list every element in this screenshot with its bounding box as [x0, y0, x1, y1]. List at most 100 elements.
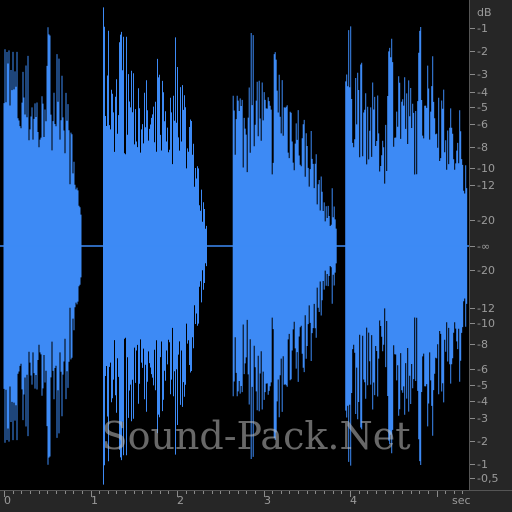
db-tick: [470, 107, 475, 108]
time-tick: [385, 491, 386, 494]
time-tick: [462, 491, 463, 494]
time-tick: [212, 491, 213, 494]
db-tick: [470, 441, 475, 442]
time-tick: [255, 491, 256, 494]
time-tick: [220, 491, 221, 494]
db-tick: [470, 185, 475, 186]
time-tick: [333, 491, 334, 494]
time-tick: [376, 491, 377, 494]
time-tick: [246, 491, 247, 494]
time-tick: [454, 491, 455, 494]
db-label: -1: [477, 458, 488, 471]
time-tick: [341, 491, 342, 494]
time-tick: [21, 491, 22, 494]
db-tick: [470, 369, 475, 370]
time-tick: [393, 491, 394, 494]
db-label: -10: [477, 317, 495, 330]
db-tick: [470, 124, 475, 125]
db-tick: [470, 464, 475, 465]
time-tick: [125, 491, 126, 494]
time-tick: [47, 491, 48, 494]
time-tick: [168, 491, 169, 494]
time-ruler: sec 0 1 2 3 4: [0, 490, 512, 512]
time-label: 1: [91, 494, 98, 507]
time-tick: [289, 491, 290, 494]
time-tick: [39, 491, 40, 494]
time-tick: [428, 491, 429, 494]
db-label: -0,5: [477, 472, 499, 485]
time-tick: [160, 491, 161, 494]
time-tick: [229, 491, 230, 494]
db-tick: [470, 246, 475, 247]
db-label: -3: [477, 68, 488, 81]
time-tick: [359, 491, 360, 494]
db-tick: [470, 51, 475, 52]
db-label: -6: [477, 118, 488, 131]
db-unit-label: dB: [477, 6, 492, 19]
db-tick: [470, 478, 475, 479]
time-tick: [108, 491, 109, 494]
time-tick: [116, 491, 117, 494]
db-label: -12: [477, 302, 495, 315]
db-tick: [470, 147, 475, 148]
db-label: -4: [477, 86, 488, 99]
time-tick: [99, 491, 100, 494]
db-label: -8: [477, 338, 488, 351]
time-tick: [307, 491, 308, 494]
db-tick: [470, 74, 475, 75]
db-label: -∞: [477, 240, 491, 253]
waveform-graph: [0, 7, 469, 485]
time-tick: [56, 491, 57, 494]
time-label: 2: [177, 494, 184, 507]
db-tick: [470, 385, 475, 386]
db-label: -10: [477, 162, 495, 175]
db-tick: [470, 344, 475, 345]
time-tick: [73, 491, 74, 494]
time-tick: [315, 491, 316, 494]
db-label: -20: [477, 264, 495, 277]
time-tick: [402, 491, 403, 494]
db-label: -20: [477, 214, 495, 227]
db-label: -5: [477, 379, 488, 392]
db-tick: [470, 168, 475, 169]
time-tick: [298, 491, 299, 494]
db-tick: [470, 401, 475, 402]
time-unit-label: sec: [452, 494, 471, 507]
time-tick: [324, 491, 325, 494]
time-label: 3: [264, 494, 271, 507]
db-tick: [470, 308, 475, 309]
db-tick: [470, 220, 475, 221]
db-tick: [470, 323, 475, 324]
waveform-plot[interactable]: [0, 0, 469, 490]
db-label: -5: [477, 101, 488, 114]
time-tick: [411, 491, 412, 494]
time-tick: [30, 491, 31, 494]
time-tick: [203, 491, 204, 494]
db-tick: [470, 270, 475, 271]
db-tick: [470, 28, 475, 29]
time-tick: [13, 491, 14, 494]
db-label: -2: [477, 435, 488, 448]
time-tick: [437, 491, 438, 497]
time-tick: [445, 491, 446, 494]
db-tick: [470, 418, 475, 419]
time-tick: [151, 491, 152, 494]
time-tick: [65, 491, 66, 494]
db-label: -4: [477, 395, 488, 408]
time-tick: [272, 491, 273, 494]
time-tick: [82, 491, 83, 494]
db-label: -3: [477, 412, 488, 425]
db-label: -2: [477, 45, 488, 58]
db-scale: dB -1 -2 -3 -4 -5 -6 -8 -10 -12 -20 -∞ -20 -12 -10 -8 -…: [469, 0, 512, 490]
time-label: 4: [350, 494, 357, 507]
time-tick: [134, 491, 135, 494]
time-tick: [186, 491, 187, 494]
time-tick: [419, 491, 420, 494]
time-tick: [238, 491, 239, 494]
db-label: -8: [477, 141, 488, 154]
db-label: -12: [477, 179, 495, 192]
db-label: -1: [477, 22, 488, 35]
time-tick: [194, 491, 195, 494]
time-tick: [142, 491, 143, 494]
db-label: -6: [477, 363, 488, 376]
